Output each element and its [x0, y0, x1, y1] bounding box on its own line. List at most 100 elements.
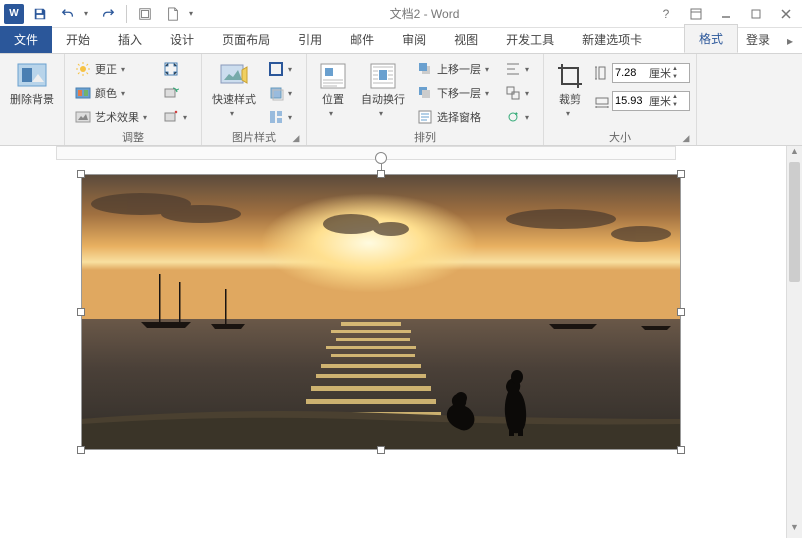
- artistic-button[interactable]: 艺术效果▾: [71, 106, 155, 128]
- send-backward-button[interactable]: 下移一层▾: [413, 82, 497, 104]
- layout-icon: [268, 109, 284, 125]
- resize-handle-l[interactable]: [77, 308, 85, 316]
- remove-background-button[interactable]: 删除背景: [6, 58, 58, 109]
- align-icon: [505, 61, 521, 77]
- size-dialog-launcher[interactable]: ◢: [680, 133, 692, 145]
- undo-button[interactable]: [56, 2, 80, 26]
- ruler[interactable]: [56, 146, 676, 160]
- resize-handle-tr[interactable]: [677, 170, 685, 178]
- color-button[interactable]: 颜色▾: [71, 82, 155, 104]
- align-button[interactable]: ▾: [501, 58, 537, 80]
- bring-forward-button[interactable]: 上移一层▾: [413, 58, 497, 80]
- width-spinner[interactable]: ▲▼: [672, 93, 678, 109]
- resize-handle-br[interactable]: [677, 446, 685, 454]
- artistic-label: 艺术效果: [95, 109, 139, 125]
- tab-file[interactable]: 文件: [0, 26, 52, 53]
- artistic-icon: [75, 109, 91, 125]
- resize-handle-r[interactable]: [677, 308, 685, 316]
- group-icon: [505, 85, 521, 101]
- word-app-icon[interactable]: W: [4, 4, 24, 24]
- scroll-thumb[interactable]: [789, 162, 800, 282]
- vertical-scrollbar[interactable]: ▲ ▼: [786, 146, 802, 538]
- ribbon-display-button[interactable]: [682, 2, 710, 26]
- qat-custom1[interactable]: [133, 2, 157, 26]
- scroll-down[interactable]: ▼: [787, 522, 802, 538]
- reset-icon: [163, 109, 179, 125]
- resize-handle-t[interactable]: [377, 170, 385, 178]
- selection-pane-label: 选择窗格: [437, 109, 481, 125]
- resize-handle-tl[interactable]: [77, 170, 85, 178]
- crop-icon: [554, 60, 586, 92]
- bring-forward-label: 上移一层: [437, 61, 481, 77]
- border-icon: [268, 61, 284, 77]
- maximize-button[interactable]: [742, 2, 770, 26]
- bring-forward-icon: [417, 61, 433, 77]
- corrections-label: 更正: [95, 61, 117, 77]
- undo-dropdown[interactable]: ▾: [84, 9, 92, 18]
- tab-custom[interactable]: 新建选项卡: [568, 26, 656, 53]
- redo-button[interactable]: [96, 2, 120, 26]
- group-button[interactable]: ▾: [501, 82, 537, 104]
- selected-image[interactable]: [81, 174, 681, 450]
- tab-format[interactable]: 格式: [684, 24, 738, 53]
- effects-icon: [268, 85, 284, 101]
- selection-pane-button[interactable]: 选择窗格: [413, 106, 497, 128]
- send-backward-icon: [417, 85, 433, 101]
- tab-view[interactable]: 视图: [440, 26, 492, 53]
- tab-insert[interactable]: 插入: [104, 26, 156, 53]
- qat-customize-dropdown[interactable]: ▾: [189, 9, 197, 18]
- resize-handle-bl[interactable]: [77, 446, 85, 454]
- position-icon: [317, 60, 349, 92]
- pic-border-button[interactable]: ▾: [264, 58, 300, 80]
- rotate-button[interactable]: ▾: [501, 106, 537, 128]
- help-button[interactable]: ?: [652, 2, 680, 26]
- change-pic-icon: [163, 85, 179, 101]
- position-button[interactable]: 位置▾: [313, 58, 353, 120]
- compress-icon: [163, 61, 179, 77]
- ribbon-tabs: 文件 开始 插入 设计 页面布局 引用 邮件 审阅 视图 开发工具 新建选项卡 …: [0, 28, 802, 54]
- document-area[interactable]: ▲ ▼: [0, 146, 802, 538]
- quick-styles-label: 快速样式: [212, 94, 256, 107]
- ribbon-overflow[interactable]: ▸: [778, 29, 802, 53]
- width-icon: [594, 93, 610, 109]
- resize-handle-b[interactable]: [377, 446, 385, 454]
- width-input[interactable]: [615, 95, 647, 107]
- tab-home[interactable]: 开始: [52, 26, 104, 53]
- wrap-text-button[interactable]: 自动换行▾: [357, 58, 409, 120]
- styles-dialog-launcher[interactable]: ◢: [290, 133, 302, 145]
- compress-pic-button[interactable]: [159, 58, 195, 80]
- selection-pane-icon: [417, 109, 433, 125]
- tab-references[interactable]: 引用: [284, 26, 336, 53]
- login-link[interactable]: 登录: [738, 26, 778, 53]
- corrections-button[interactable]: 更正▾: [71, 58, 155, 80]
- crop-button[interactable]: 裁剪▾: [550, 58, 590, 120]
- reset-pic-button[interactable]: ▾: [159, 106, 195, 128]
- group-size-label: 大小: [609, 132, 631, 144]
- tab-layout[interactable]: 页面布局: [208, 26, 284, 53]
- pic-effects-button[interactable]: ▾: [264, 82, 300, 104]
- scroll-up[interactable]: ▲: [787, 146, 802, 162]
- group-styles-label: 图片样式: [232, 132, 276, 144]
- change-pic-button[interactable]: [159, 82, 195, 104]
- quick-styles-button[interactable]: 快速样式 ▾: [208, 58, 260, 120]
- minimize-button[interactable]: [712, 2, 740, 26]
- height-input[interactable]: [615, 67, 647, 79]
- tab-developer[interactable]: 开发工具: [492, 26, 568, 53]
- remove-bg-icon: [16, 60, 48, 92]
- tab-review[interactable]: 审阅: [388, 26, 440, 53]
- tab-mailings[interactable]: 邮件: [336, 26, 388, 53]
- tab-design[interactable]: 设计: [156, 26, 208, 53]
- width-input-row: 厘米 ▲▼: [594, 90, 690, 112]
- rotate-handle[interactable]: [375, 152, 387, 164]
- new-doc-button[interactable]: [161, 2, 185, 26]
- color-label: 颜色: [95, 85, 117, 101]
- wrap-icon: [367, 60, 399, 92]
- height-input-row: 厘米 ▲▼: [594, 62, 690, 84]
- rotate-icon: [505, 109, 521, 125]
- height-spinner[interactable]: ▲▼: [672, 65, 678, 81]
- group-arrange-label: 排列: [313, 129, 537, 145]
- close-button[interactable]: [772, 2, 800, 26]
- pic-layout-button[interactable]: ▾: [264, 106, 300, 128]
- quick-styles-icon: [218, 60, 250, 92]
- save-button[interactable]: [28, 2, 52, 26]
